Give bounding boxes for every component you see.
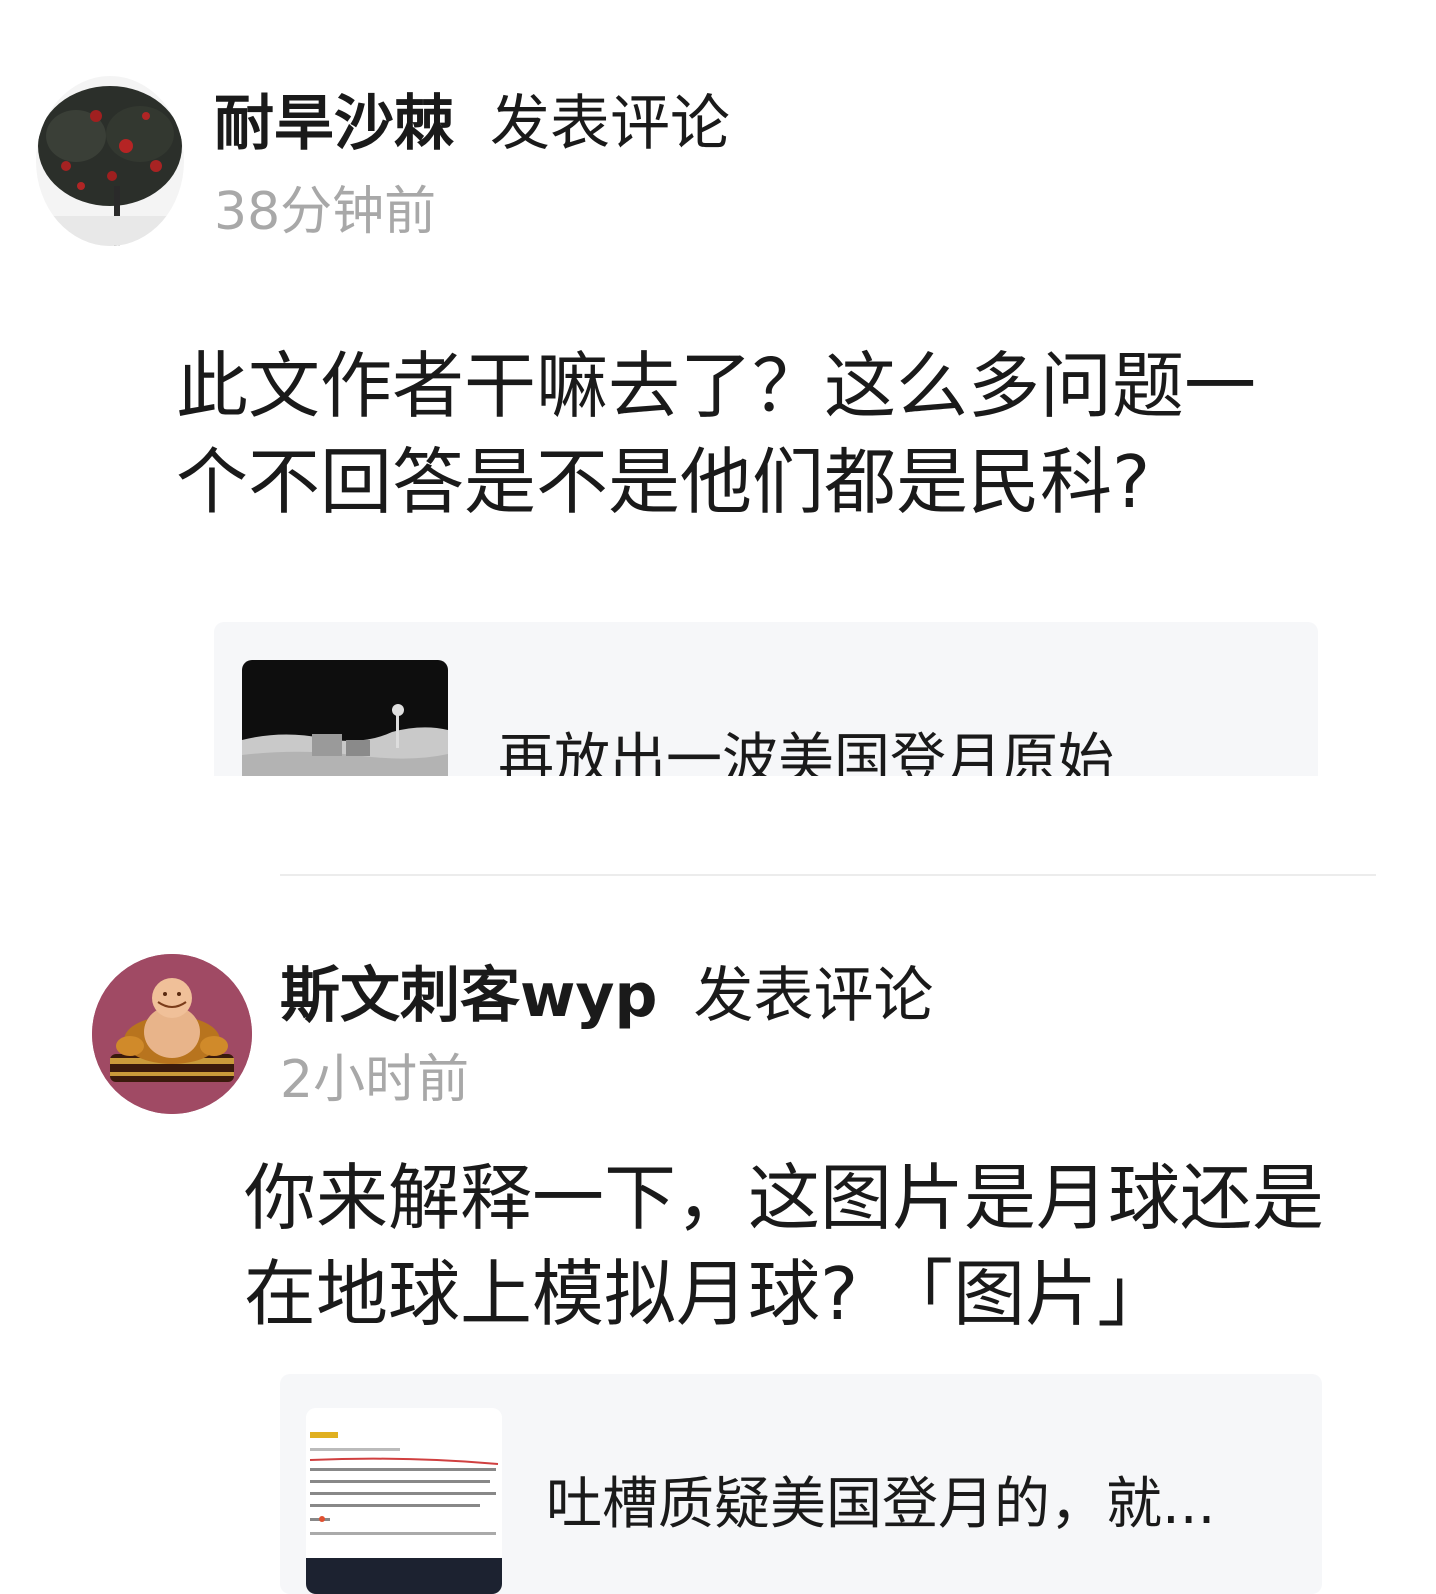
action-text: 发表评论	[693, 961, 934, 1031]
author-avatar[interactable]	[92, 954, 252, 1114]
author-name[interactable]: 耐旱沙棘	[214, 89, 454, 159]
author-name[interactable]: 斯文刺客wyp	[280, 961, 658, 1031]
timestamp: 38分钟前	[214, 182, 437, 242]
comment-item: 耐旱沙棘 发表评论 38分钟前 此文作者干嘛去了？这么多问题一个不回答是不是他们都…	[0, 0, 1436, 880]
section-clip	[0, 776, 1436, 876]
comment-item: 斯文刺客wyp 发表评论 2小时前 你来解释一下，这图片是月球还是在地球上模拟月球…	[0, 900, 1436, 1594]
comment-text: 此文作者干嘛去了？这么多问题一个不回答是不是他们都是民科?	[176, 344, 1257, 524]
article-screenshot-thumbnail	[306, 1408, 502, 1594]
tree-avatar-icon	[36, 76, 184, 246]
divider	[280, 874, 1376, 876]
action-text: 发表评论	[490, 89, 730, 159]
author-avatar[interactable]	[36, 76, 184, 246]
timestamp: 2小时前	[280, 1050, 470, 1110]
linked-article-card[interactable]: 吐槽质疑美国登月的，就...	[280, 1374, 1322, 1594]
article-thumbnail	[306, 1408, 502, 1594]
buddha-avatar-icon	[92, 954, 252, 1114]
comment-text: 你来解释一下，这图片是月球还是在地球上模拟月球? 「图片」	[244, 1156, 1325, 1336]
article-title: 吐槽质疑美国登月的，就...	[546, 1472, 1216, 1537]
